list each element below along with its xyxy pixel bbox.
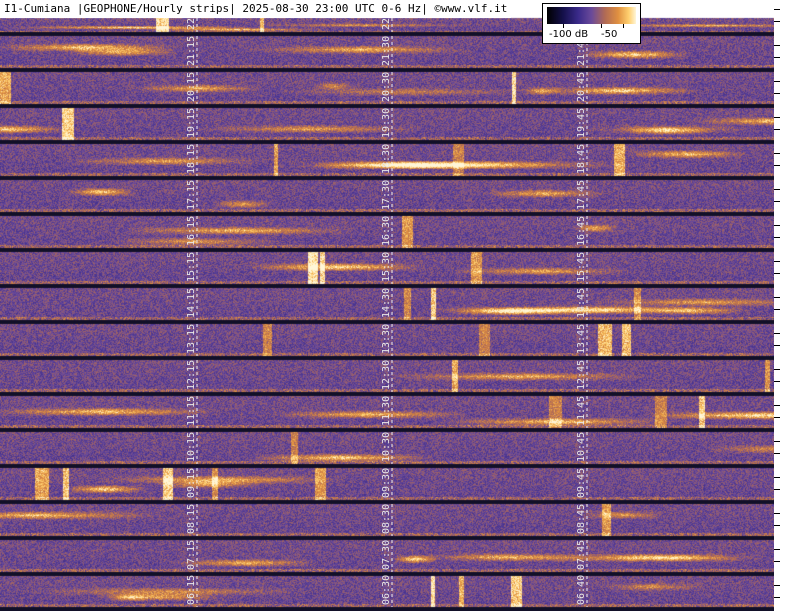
time-mark-label: 13:45 <box>576 323 587 354</box>
time-mark-label: 21:15 <box>186 35 197 66</box>
spectrogram-figure: I1-Cumiana |GEOPHONE/Hourly strips| 2025… <box>0 0 812 611</box>
frequency-tick <box>774 9 780 10</box>
frequency-tick <box>774 117 780 118</box>
time-mark-label: 09:15 <box>186 467 197 498</box>
time-mark-label: 17:30 <box>381 179 392 210</box>
time-mark-label: 17:15 <box>186 179 197 210</box>
colorbar-label-min: -100 dB <box>549 29 589 40</box>
time-mark-label: 08:15 <box>186 503 197 534</box>
colorbar-legend: -100 dB -50 <box>542 3 641 44</box>
time-mark-label: 06:40 <box>576 574 587 605</box>
time-mark-label: 17:45 <box>576 179 587 210</box>
frequency-tick <box>774 273 780 274</box>
frequency-tick <box>774 309 780 310</box>
time-mark-label: 18:45 <box>576 143 587 174</box>
time-mark-label: 06:15 <box>186 574 197 605</box>
frequency-tick <box>774 333 780 334</box>
time-mark-label: 20:45 <box>576 71 587 102</box>
time-mark-label: 16:30 <box>381 215 392 246</box>
time-mark-label: 14:30 <box>381 287 392 318</box>
time-mark-label: 16:15 <box>186 215 197 246</box>
time-mark-label: 16:45 <box>576 215 587 246</box>
frequency-tick <box>774 381 780 382</box>
frequency-tick <box>774 261 780 262</box>
frequency-axis <box>774 0 812 611</box>
frequency-tick <box>774 81 780 82</box>
chart-title: I1-Cumiana |GEOPHONE/Hourly strips| 2025… <box>0 0 512 18</box>
frequency-tick <box>774 585 780 586</box>
time-mark-label: 07:30 <box>381 539 392 570</box>
frequency-tick <box>774 165 780 166</box>
time-mark-label: 11:45 <box>576 395 587 426</box>
time-mark-label: 21:30 <box>381 35 392 66</box>
time-mark-label: 10:15 <box>186 431 197 462</box>
time-mark-label: 08:30 <box>381 503 392 534</box>
frequency-tick <box>774 525 780 526</box>
time-mark-label: 14:15 <box>186 287 197 318</box>
time-mark-label: 13:30 <box>381 323 392 354</box>
frequency-tick <box>774 21 780 22</box>
time-mark-label: 18:30 <box>381 143 392 174</box>
time-mark-label: 09:30 <box>381 467 392 498</box>
time-mark-label: 15:30 <box>381 251 392 282</box>
frequency-tick <box>774 225 780 226</box>
colorbar-label-max: -50 <box>601 29 618 40</box>
frequency-tick <box>774 369 780 370</box>
frequency-tick <box>774 237 780 238</box>
frequency-tick <box>774 129 780 130</box>
frequency-tick <box>774 549 780 550</box>
time-mark-label: 07:45 <box>576 539 587 570</box>
time-mark-label: 19:45 <box>576 107 587 138</box>
frequency-tick <box>774 201 780 202</box>
colorbar-tick <box>623 24 624 28</box>
frequency-tick <box>774 345 780 346</box>
frequency-tick <box>774 489 780 490</box>
time-mark-label: 06:30 <box>381 574 392 605</box>
frequency-tick <box>774 453 780 454</box>
frequency-tick <box>774 405 780 406</box>
frequency-tick <box>774 93 780 94</box>
time-mark-label: 11:15 <box>186 395 197 426</box>
time-mark-label: 08:45 <box>576 503 587 534</box>
frequency-tick <box>774 561 780 562</box>
frequency-tick <box>774 513 780 514</box>
time-mark-label: 12:45 <box>576 359 587 390</box>
time-mark-label: 12:30 <box>381 359 392 390</box>
time-mark-label: 20:30 <box>381 71 392 102</box>
time-mark-label: 10:30 <box>381 431 392 462</box>
frequency-tick <box>774 597 780 598</box>
time-mark-label: 15:45 <box>576 251 587 282</box>
colorbar-gradient <box>547 7 636 24</box>
time-mark-label: 18:15 <box>186 143 197 174</box>
frequency-tick <box>774 189 780 190</box>
time-mark-label: 13:15 <box>186 323 197 354</box>
frequency-tick <box>774 153 780 154</box>
time-mark-label: 09:45 <box>576 467 587 498</box>
time-mark-label: 19:30 <box>381 107 392 138</box>
time-mark-label: 15:15 <box>186 251 197 282</box>
frequency-tick <box>774 297 780 298</box>
frequency-tick <box>774 57 780 58</box>
frequency-tick <box>774 45 780 46</box>
frequency-tick <box>774 417 780 418</box>
colorbar-tick <box>563 24 564 28</box>
time-mark-label: 10:45 <box>576 431 587 462</box>
frequency-tick <box>774 477 780 478</box>
frequency-tick <box>774 441 780 442</box>
time-mark-label: 20:15 <box>186 71 197 102</box>
time-mark-label: 07:15 <box>186 539 197 570</box>
time-mark-label: 14:45 <box>576 287 587 318</box>
time-mark-label: 12:15 <box>186 359 197 390</box>
colorbar-tick <box>601 24 602 28</box>
time-mark-label: 19:15 <box>186 107 197 138</box>
time-mark-label: 11:30 <box>381 395 392 426</box>
